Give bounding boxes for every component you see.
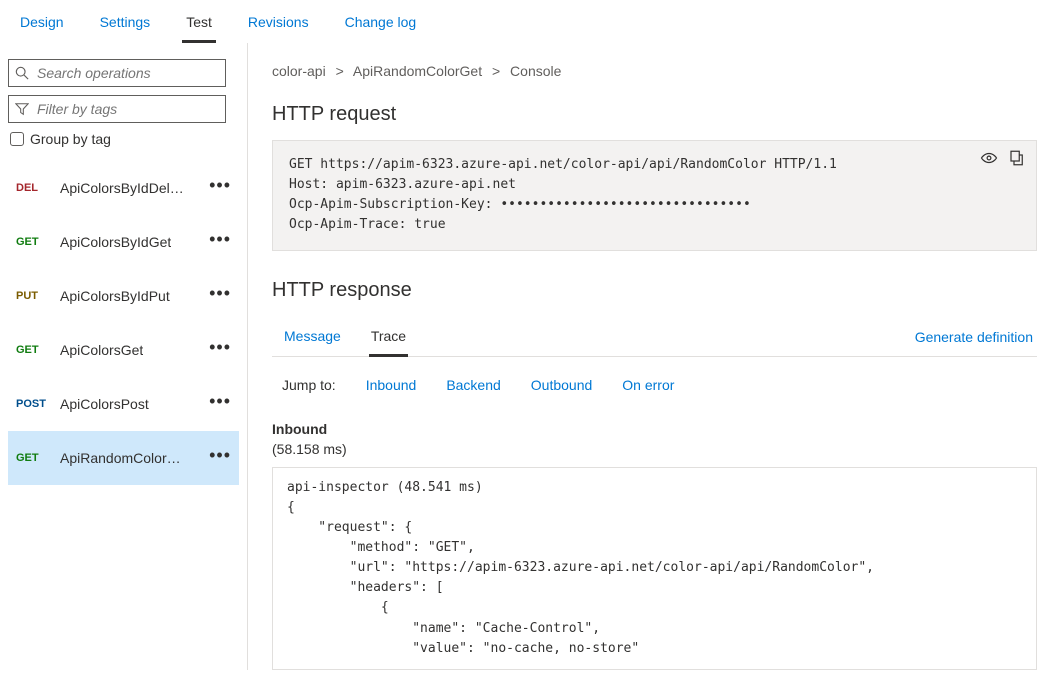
tab-revisions[interactable]: Revisions <box>244 8 313 43</box>
tab-test[interactable]: Test <box>182 8 216 43</box>
method-badge: PUT <box>16 290 50 302</box>
more-icon[interactable]: ••• <box>209 392 231 416</box>
operation-name: ApiColorsGet <box>60 342 143 358</box>
operation-name: ApiColorsByIdGet <box>60 234 171 250</box>
http-request-text: GET https://apim-6323.azure-api.net/colo… <box>289 155 1020 236</box>
inbound-heading: Inbound <box>272 421 1037 437</box>
tab-design[interactable]: Design <box>16 8 68 43</box>
operations-list: DEL ApiColorsByIdDel… ••• GET ApiColorsB… <box>8 161 239 485</box>
breadcrumb-page: Console <box>510 63 561 79</box>
main-panel: color-api > ApiRandomColorGet > Console … <box>248 43 1057 670</box>
tab-settings[interactable]: Settings <box>96 8 155 43</box>
method-badge: GET <box>16 344 50 356</box>
filter-tags-input[interactable] <box>35 100 219 118</box>
filter-tags-box[interactable] <box>8 95 226 123</box>
response-tabs-row: Message Trace Generate definition <box>272 318 1037 357</box>
operation-row[interactable]: GET ApiColorsGet ••• <box>8 323 239 377</box>
tab-changelog[interactable]: Change log <box>341 8 421 43</box>
search-icon <box>15 66 29 80</box>
group-by-tag-row[interactable]: Group by tag <box>10 131 239 147</box>
breadcrumb-operation: ApiRandomColorGet <box>353 63 482 79</box>
more-icon[interactable]: ••• <box>209 176 231 200</box>
http-request-block: GET https://apim-6323.azure-api.net/colo… <box>272 140 1037 251</box>
response-tab-message[interactable]: Message <box>282 318 343 356</box>
jump-to-label: Jump to: <box>282 377 336 393</box>
method-badge: GET <box>16 452 50 464</box>
jump-link-backend[interactable]: Backend <box>446 377 500 393</box>
filter-icon <box>15 102 29 116</box>
group-by-tag-checkbox[interactable] <box>10 132 24 146</box>
breadcrumb-sep: > <box>336 63 344 79</box>
search-operations-input[interactable] <box>35 64 219 82</box>
operation-row[interactable]: GET ApiRandomColor… ••• <box>8 431 239 485</box>
http-response-heading: HTTP response <box>272 279 1037 302</box>
jump-link-outbound[interactable]: Outbound <box>531 377 593 393</box>
breadcrumb: color-api > ApiRandomColorGet > Console <box>272 63 1037 79</box>
search-operations-box[interactable] <box>8 59 226 87</box>
operation-row[interactable]: GET ApiColorsByIdGet ••• <box>8 215 239 269</box>
more-icon[interactable]: ••• <box>209 230 231 254</box>
jump-link-onerror[interactable]: On error <box>622 377 674 393</box>
more-icon[interactable]: ••• <box>209 338 231 362</box>
top-nav: Design Settings Test Revisions Change lo… <box>0 0 1057 43</box>
jump-link-inbound[interactable]: Inbound <box>366 377 417 393</box>
breadcrumb-sep: > <box>492 63 500 79</box>
copy-icon[interactable] <box>1008 149 1026 167</box>
http-request-heading: HTTP request <box>272 103 1037 126</box>
operation-name: ApiRandomColor… <box>60 450 181 466</box>
more-icon[interactable]: ••• <box>209 284 231 308</box>
method-badge: POST <box>16 398 50 410</box>
trace-text: api-inspector (48.541 ms) { "request": {… <box>287 478 1022 659</box>
method-badge: GET <box>16 236 50 248</box>
operation-row[interactable]: POST ApiColorsPost ••• <box>8 377 239 431</box>
inbound-time: (58.158 ms) <box>272 441 1037 457</box>
trace-block: api-inspector (48.541 ms) { "request": {… <box>272 467 1037 670</box>
reveal-secret-icon[interactable] <box>980 149 998 167</box>
more-icon[interactable]: ••• <box>209 446 231 470</box>
operation-row[interactable]: DEL ApiColorsByIdDel… ••• <box>8 161 239 215</box>
operation-name: ApiColorsByIdPut <box>60 288 170 304</box>
method-badge: DEL <box>16 182 50 194</box>
operation-name: ApiColorsByIdDel… <box>60 180 184 196</box>
generate-definition-link[interactable]: Generate definition <box>911 319 1037 355</box>
response-tab-trace[interactable]: Trace <box>369 318 408 357</box>
operation-row[interactable]: PUT ApiColorsByIdPut ••• <box>8 269 239 323</box>
breadcrumb-api: color-api <box>272 63 326 79</box>
sidebar: Group by tag DEL ApiColorsByIdDel… ••• G… <box>0 43 248 670</box>
group-by-tag-label: Group by tag <box>30 131 111 147</box>
jump-to-row: Jump to: Inbound Backend Outbound On err… <box>272 357 1037 413</box>
operation-name: ApiColorsPost <box>60 396 149 412</box>
